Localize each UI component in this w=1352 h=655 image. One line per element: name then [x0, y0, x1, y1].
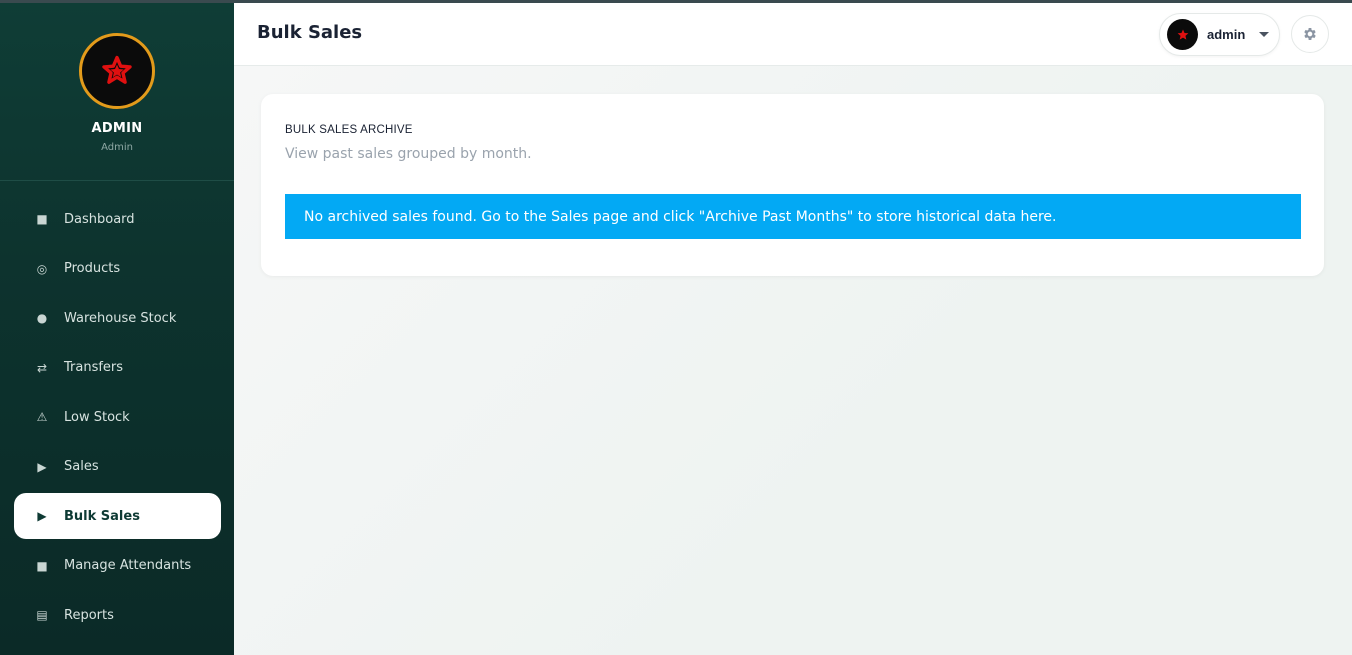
user-menu-button[interactable]: admin	[1159, 13, 1280, 56]
window-top-border	[0, 0, 1352, 3]
archive-card: BULK SALES ARCHIVE View past sales group…	[261, 94, 1324, 276]
play-icon: ▶	[37, 509, 47, 523]
play-icon: ▶	[37, 459, 47, 474]
sidebar-item-label: Transfers	[64, 360, 124, 375]
empty-state-alert: No archived sales found. Go to the Sales…	[285, 194, 1301, 239]
sidebar-item-transfers[interactable]: ⇄ Transfers	[14, 345, 221, 391]
sidebar-item-label: Sales	[64, 459, 99, 474]
settings-button[interactable]	[1291, 15, 1329, 53]
dot-icon: ●	[36, 311, 48, 325]
star-logo-icon	[1177, 28, 1188, 40]
gear-icon	[1304, 28, 1316, 40]
sidebar-nav: ■ Dashboard ◎ Products ● Warehouse Stock ⇄ Tran…	[0, 196, 234, 642]
page-title: Bulk Sales	[257, 22, 363, 43]
sidebar-item-label: Dashboard	[64, 211, 135, 227]
sidebar-item-products[interactable]: ◎ Products	[14, 246, 221, 292]
sidebar-item-label: Warehouse Stock	[64, 310, 177, 326]
profile-section: ADMIN Admin	[0, 3, 234, 181]
sidebar-item-label: Low Stock	[64, 409, 130, 425]
transfer-arrows-icon: ⇄	[36, 360, 48, 375]
square-icon: ■	[36, 558, 48, 573]
warning-icon: ⚠	[36, 410, 48, 424]
profile-role: Admin	[101, 142, 133, 153]
target-icon: ◎	[36, 261, 48, 276]
sidebar: ADMIN Admin ■ Dashboard ◎ Products ● Warehous…	[0, 3, 234, 655]
square-icon: ■	[36, 212, 48, 226]
main-content: BULK SALES ARCHIVE View past sales group…	[234, 66, 1352, 655]
star-logo-icon	[102, 55, 132, 84]
sidebar-item-label: Bulk Sales	[64, 508, 140, 524]
sidebar-item-warehouse-stock[interactable]: ● Warehouse Stock	[14, 295, 221, 341]
sidebar-item-label: Reports	[64, 607, 114, 623]
sidebar-item-low-stock[interactable]: ⚠ Low Stock	[14, 394, 221, 440]
card-subtitle: View past sales grouped by month.	[285, 146, 532, 162]
user-name: admin	[1207, 27, 1246, 42]
top-header: Bulk Sales admin	[234, 3, 1352, 66]
list-icon: ▤	[36, 608, 48, 622]
chevron-down-icon	[1259, 32, 1270, 37]
alert-text: No archived sales found. Go to the Sales…	[304, 208, 1057, 225]
sidebar-item-bulk-sales[interactable]: ▶ Bulk Sales	[14, 493, 221, 539]
user-avatar	[1167, 19, 1198, 50]
sidebar-item-reports[interactable]: ▤ Reports	[14, 592, 221, 638]
sidebar-item-sales[interactable]: ▶ Sales	[14, 444, 221, 490]
profile-name: ADMIN	[91, 121, 143, 136]
sidebar-item-dashboard[interactable]: ■ Dashboard	[14, 196, 221, 242]
sidebar-item-label: Manage Attendants	[64, 558, 192, 573]
sidebar-item-label: Products	[64, 261, 121, 276]
sidebar-item-manage-attendants[interactable]: ■ Manage Attendants	[14, 543, 221, 589]
card-title: BULK SALES ARCHIVE	[285, 124, 413, 136]
profile-avatar[interactable]	[79, 33, 155, 109]
